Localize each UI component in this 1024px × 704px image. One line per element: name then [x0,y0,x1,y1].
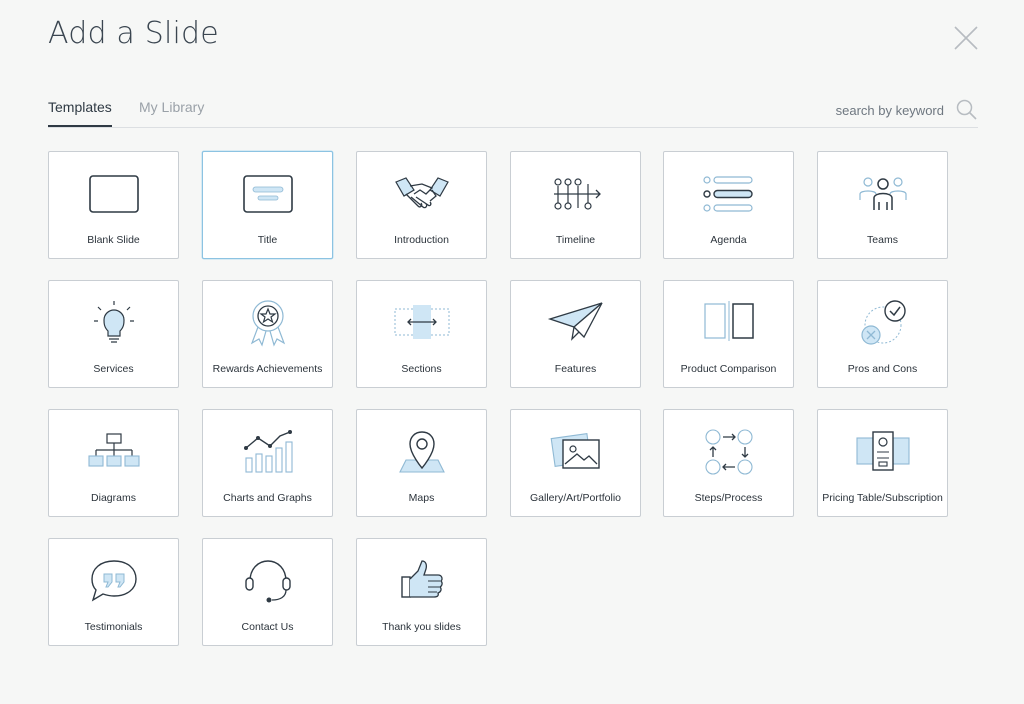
active-tab-indicator [48,125,112,127]
pricing-table-icon [856,431,910,471]
dialog-title: Add a Slide [48,16,219,51]
close-icon[interactable] [952,24,980,52]
template-card-sections[interactable]: Sections [356,280,487,388]
handshake-icon [395,177,449,209]
template-card-features[interactable]: Features [510,280,641,388]
lightbulb-icon [94,301,134,343]
tab-bar: Templates My Library [48,92,978,128]
template-label: Agenda [710,234,747,246]
title-slide-icon [243,175,293,213]
quote-bubble-icon [91,560,137,602]
agenda-list-icon [703,176,753,212]
template-label: Timeline [555,234,596,246]
template-card-pros-and-cons[interactable]: Pros and Cons [817,280,948,388]
tab-my-library-label: My Library [139,99,205,115]
template-card-thank-you-slides[interactable]: Thank you slides [356,538,487,646]
template-card-pricing-table-subscription[interactable]: Pricing Table/Subscription [817,409,948,517]
template-card-agenda[interactable]: Agenda [663,151,794,259]
search-icon[interactable] [956,99,978,121]
template-label: Blank Slide [87,234,140,246]
template-label: Rewards Achievements [212,363,323,375]
template-label: Teams [867,234,898,246]
search-input[interactable] [828,102,944,118]
sections-icon [394,305,450,339]
template-label: Steps/Process [694,492,763,504]
tab-my-library[interactable]: My Library [139,99,204,115]
template-card-timeline[interactable]: Timeline [510,151,641,259]
template-card-teams[interactable]: Teams [817,151,948,259]
template-card-diagrams[interactable]: Diagrams [48,409,179,517]
tab-templates-label: Templates [48,99,112,115]
template-label: Pros and Cons [847,363,918,375]
team-people-icon [859,177,907,210]
search-box [828,98,978,122]
template-card-title[interactable]: Title [202,151,333,259]
thumbs-up-icon [401,560,443,598]
template-label: Thank you slides [382,621,461,633]
template-card-rewards-achievements[interactable]: Rewards Achievements [202,280,333,388]
close-button[interactable] [952,24,980,52]
template-label: Introduction [394,234,449,246]
timeline-icon [554,178,601,210]
award-ribbon-icon [250,300,286,347]
template-label: Contact Us [241,621,294,633]
template-card-contact-us[interactable]: Contact Us [202,538,333,646]
paper-plane-icon [547,302,603,341]
template-card-maps[interactable]: Maps [356,409,487,517]
template-card-gallery-art-portfolio[interactable]: Gallery/Art/Portfolio [510,409,641,517]
template-label: Testimonials [84,621,143,633]
template-label: Services [93,363,134,375]
comparison-icon [704,301,754,341]
template-card-charts-and-graphs[interactable]: Charts and Graphs [202,409,333,517]
template-card-steps-process[interactable]: Steps/Process [663,409,794,517]
org-chart-icon [88,433,140,467]
process-cycle-icon [705,429,753,475]
blank-slide-icon [89,175,139,213]
template-label: Product Comparison [680,363,777,375]
template-label: Charts and Graphs [223,492,312,504]
template-label: Gallery/Art/Portfolio [529,492,622,504]
template-card-blank-slide[interactable]: Blank Slide [48,151,179,259]
template-label: Features [554,363,597,375]
map-pin-icon [399,431,445,473]
template-card-testimonials[interactable]: Testimonials [48,538,179,646]
template-card-services[interactable]: Services [48,280,179,388]
template-label: Sections [401,363,442,375]
template-label: Diagrams [91,492,136,504]
headset-icon [245,560,291,603]
template-label: Title [257,234,278,246]
bar-line-chart-icon [244,430,293,473]
template-card-product-comparison[interactable]: Product Comparison [663,280,794,388]
template-label: Pricing Table/Subscription [822,492,943,504]
check-cross-icon [861,300,906,345]
picture-gallery-icon [550,433,600,469]
tab-templates[interactable]: Templates [48,99,112,127]
template-label: Maps [408,492,435,504]
template-card-introduction[interactable]: Introduction [356,151,487,259]
